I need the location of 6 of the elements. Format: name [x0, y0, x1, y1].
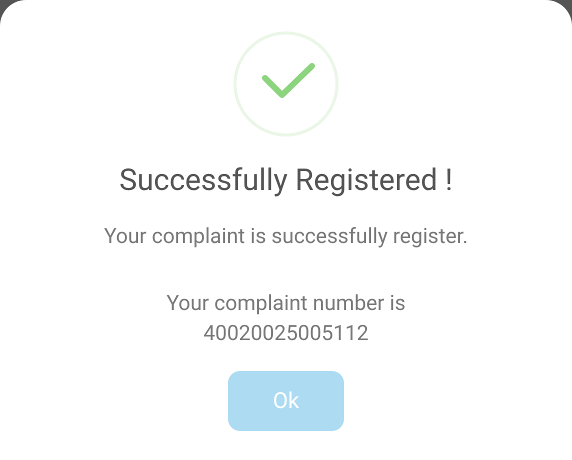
complaint-number-label: Your complaint number is	[166, 291, 406, 318]
dialog-message: Your complaint is successfully register.	[104, 224, 468, 251]
ok-button[interactable]: Ok	[228, 371, 344, 431]
complaint-number: 40020025005112	[203, 321, 369, 348]
dialog-title: Successfully Registered !	[119, 162, 453, 200]
checkmark-icon	[232, 30, 340, 138]
